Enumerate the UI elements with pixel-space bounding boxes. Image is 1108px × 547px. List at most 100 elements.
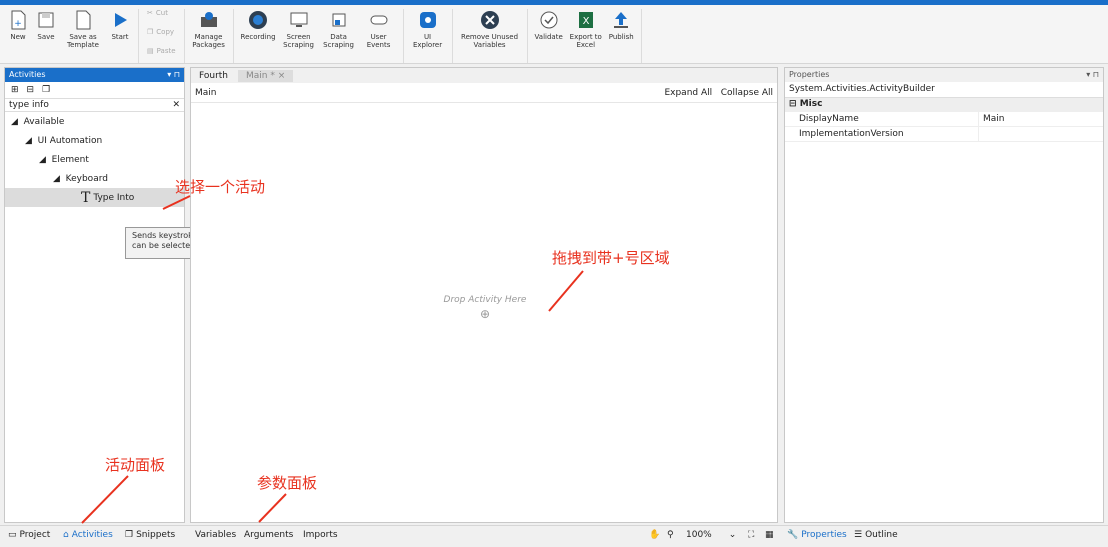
chevron-down-icon: ⌄ (728, 530, 737, 540)
validate-button[interactable]: Validate (535, 9, 563, 41)
property-value[interactable] (979, 127, 997, 141)
outline-label: Outline (865, 530, 898, 540)
tree-item-available[interactable]: ◢ Available (5, 112, 184, 131)
properties-section[interactable]: ⊟ Misc (785, 98, 1103, 112)
start-button[interactable]: Start (109, 9, 131, 41)
ui-explorer-label: UI Explorer (412, 33, 443, 49)
drop-zone[interactable]: Drop Activity Here ⊕ (191, 295, 779, 321)
export-to-excel-button[interactable]: X Export to Excel (569, 9, 603, 49)
property-row[interactable]: DisplayName Main (785, 112, 1103, 127)
save-as-template-button[interactable]: Save as Template (63, 9, 103, 49)
save-label: Save (37, 33, 55, 41)
activities-icon: ⌂ (63, 530, 69, 540)
activities-panel-title: Activities (9, 70, 46, 79)
recording-label: Recording (240, 33, 276, 41)
annotation-select-activity: 选择一个活动 (175, 178, 266, 196)
panel-pin-icon[interactable]: ▾ ⊓ (1086, 70, 1099, 80)
activities-search-input[interactable]: type info (9, 100, 49, 110)
tree-item-label: Element (51, 154, 89, 165)
tree-item-element[interactable]: ◢ Element (5, 150, 184, 169)
remove-icon (479, 9, 501, 31)
activities-tab[interactable]: ⌂ Activities (63, 530, 113, 540)
screen-scraping-button[interactable]: Screen Scraping (282, 9, 316, 49)
validate-icon (538, 9, 560, 31)
property-row[interactable]: ImplementationVersion (785, 127, 1103, 142)
excel-icon: X (575, 9, 597, 31)
tree-item-label: UI Automation (37, 135, 103, 146)
tab-fourth[interactable]: Fourth (191, 70, 236, 82)
snippets-icon: ❐ (125, 530, 134, 540)
cut-label: Cut (155, 9, 168, 17)
hand-icon[interactable]: ✋ (649, 530, 660, 540)
tree-item-label: Type Into (93, 192, 135, 203)
breadcrumb[interactable]: Main (195, 88, 217, 98)
copy-button[interactable]: ❐ Copy (147, 28, 176, 36)
snippets-tab[interactable]: ❐ Snippets (125, 530, 175, 540)
paste-button[interactable]: ▤ Paste (147, 47, 176, 55)
expand-tree-icon[interactable]: ⊞ (11, 85, 19, 95)
copy-label: Copy (156, 28, 175, 36)
clear-search-icon[interactable]: ✕ (172, 100, 180, 110)
publish-label: Publish (608, 33, 634, 41)
publish-button[interactable]: Publish (609, 9, 634, 41)
manage-packages-label: Manage Packages (192, 33, 225, 49)
save-button[interactable]: Save (35, 9, 57, 41)
panel-pin-icon[interactable]: ▾ ⊓ (167, 70, 180, 80)
search-icon[interactable]: ⚲ (667, 530, 674, 540)
outline-icon: ☰ (854, 530, 863, 540)
properties-type-name: System.Activities.ActivityBuilder (785, 82, 1103, 98)
collapse-all-button[interactable]: Collapse All (721, 88, 773, 98)
property-value[interactable]: Main (979, 112, 1019, 126)
wrench-icon: 🔧 (787, 530, 799, 540)
activities-tree: ◢ Available ◢ UI Automation ◢ Element ◢ … (5, 112, 184, 207)
template-icon (72, 9, 94, 31)
outline-tab[interactable]: ☰ Outline (854, 530, 898, 540)
paste-label: Paste (156, 47, 176, 55)
tree-item-type-into[interactable]: T Type Into (5, 188, 184, 207)
drop-activity-text: Drop Activity Here (443, 295, 527, 305)
project-icon: ▭ (8, 530, 17, 540)
project-label: Project (19, 530, 51, 540)
properties-panel: Properties ▾ ⊓ System.Activities.Activit… (784, 67, 1104, 523)
paste-icon: ▤ (147, 47, 154, 55)
user-events-button[interactable]: User Events (362, 9, 396, 49)
collapse-tree-icon[interactable]: ⊟ (27, 85, 35, 95)
new-button[interactable]: + New (7, 9, 29, 41)
designer-panel: Fourth Main * × Main Expand All Collapse… (190, 67, 778, 523)
bottom-bar: ▭ Project ⌂ Activities ❐ Snippets Variables… (0, 525, 1108, 547)
activities-label: Activities (71, 530, 113, 540)
annotation-drag-to: 拖拽到带+号区域 (552, 249, 670, 267)
play-icon (109, 9, 131, 31)
add-icon[interactable]: ⊕ (191, 307, 779, 321)
imports-tab[interactable]: Imports (303, 530, 338, 540)
overview-icon[interactable]: ▦ (765, 530, 774, 540)
tree-item-keyboard[interactable]: ◢ Keyboard (5, 169, 184, 188)
ui-explorer-button[interactable]: UI Explorer (411, 9, 445, 49)
tab-main[interactable]: Main * × (238, 69, 294, 82)
annotation-activities-panel: 活动面板 (105, 456, 166, 474)
copy-icon: ❐ (147, 28, 154, 36)
annotation-arguments-panel: 参数面板 (257, 474, 318, 492)
remove-unused-variables-button[interactable]: Remove Unused Variables (460, 9, 520, 49)
properties-label: Properties (801, 530, 847, 540)
publish-icon (610, 9, 632, 31)
recording-button[interactable]: Recording (241, 9, 276, 41)
new-icon: + (7, 9, 29, 31)
variables-tab[interactable]: Variables (195, 530, 236, 540)
fit-screen-icon[interactable]: ⛶ (748, 530, 754, 540)
data-scraping-button[interactable]: Data Scraping (322, 9, 356, 49)
data-scraping-label: Data Scraping (323, 33, 354, 49)
cut-button[interactable]: ✂ Cut (147, 9, 176, 17)
filter-icon[interactable]: ❐ (42, 85, 50, 95)
expand-all-button[interactable]: Expand All (664, 88, 712, 98)
property-name: DisplayName (785, 112, 979, 126)
ui-explorer-icon (417, 9, 439, 31)
tree-item-ui-automation[interactable]: ◢ UI Automation (5, 131, 184, 150)
activities-search[interactable]: type info ✕ (5, 98, 184, 112)
properties-tab[interactable]: 🔧 Properties (787, 530, 847, 540)
section-label: Misc (799, 99, 823, 109)
zoom-select[interactable]: 100% ⌄ (686, 530, 736, 540)
arguments-tab[interactable]: Arguments (244, 530, 293, 540)
manage-packages-button[interactable]: Manage Packages (192, 9, 226, 49)
project-tab[interactable]: ▭ Project (8, 530, 50, 540)
